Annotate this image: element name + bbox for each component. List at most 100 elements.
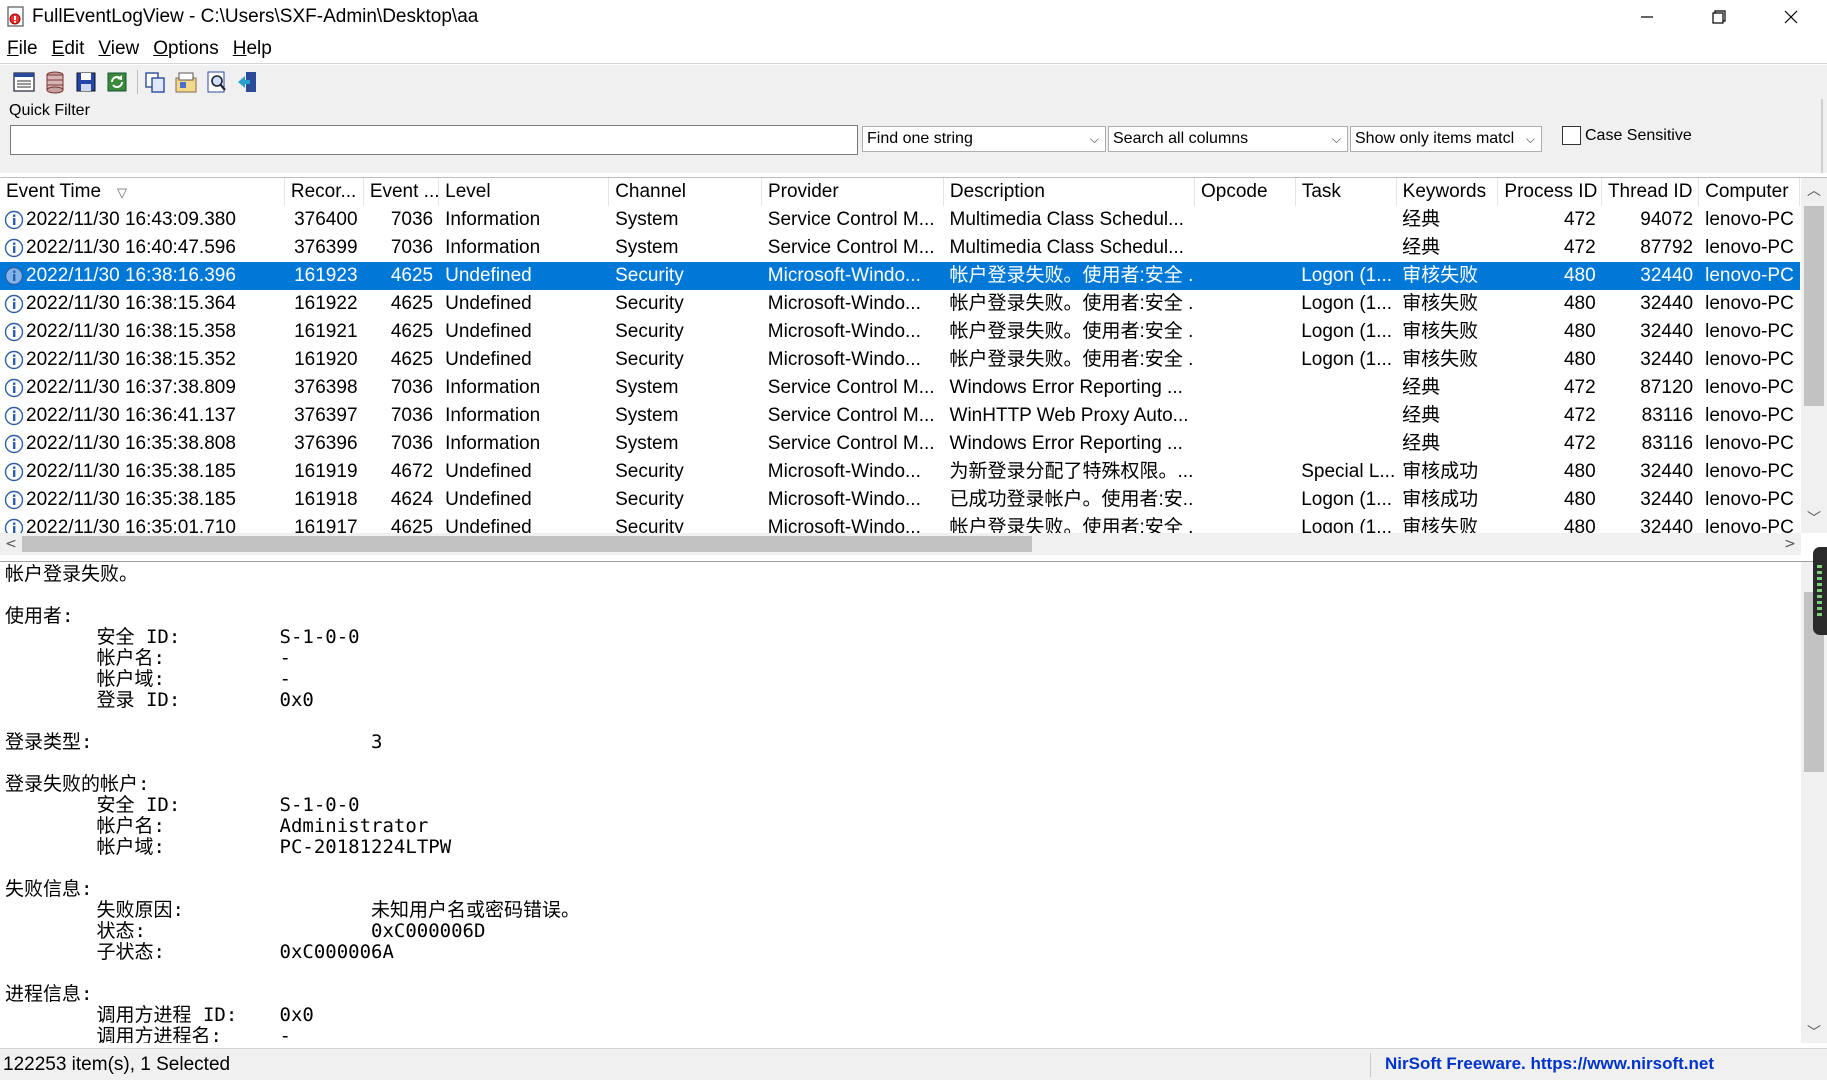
table-row[interactable]: 2022/11/30 16:38:15.352 161920 4625 Undefin… [0,346,1800,374]
menu-options[interactable]: Options [146,34,225,64]
cell-task: Logon (1... [1301,489,1393,510]
cell-channel: Security [615,349,684,370]
nirsoft-link[interactable]: NirSoft Freeware. https://www.nirsoft.ne… [1385,1054,1714,1074]
cell-computer: lenovo-PC [1705,209,1794,230]
status-item-count: 122253 item(s), 1 Selected [3,1054,231,1075]
column-mode-select[interactable]: Search all columns ⌵ [1108,126,1348,152]
cell-event: 4625 [390,265,434,286]
case-sensitive-checkbox[interactable]: Case Sensitive [1562,126,1692,145]
column-header-tid[interactable]: Thread ID [1602,178,1700,206]
exit-button[interactable] [234,68,262,96]
choose-source-button[interactable] [10,68,38,96]
column-header-provider[interactable]: Provider [762,178,944,206]
close-button[interactable] [1755,0,1827,34]
table-row[interactable]: 2022/11/30 16:43:09.380 376400 7036 Informa… [0,206,1800,234]
event-log-button[interactable] [41,68,69,96]
scroll-down-icon[interactable]: ﹀ [1801,508,1827,530]
cell-tid: 32440 [1640,293,1694,314]
table-row[interactable]: 2022/11/30 16:36:41.137 376397 7036 Informa… [0,402,1800,430]
column-header-task[interactable]: Task [1296,178,1397,206]
cell-task: Logon (1... [1301,321,1393,342]
cell-description: 帐户登录失败。使用者:安全 ... [949,265,1195,286]
chevron-down-icon: ⌵ [1331,132,1341,146]
table-row[interactable]: 2022/11/30 16:35:38.185 161919 4672 Undefin… [0,458,1800,486]
cell-tid: 32440 [1640,321,1694,342]
menu-edit[interactable]: Edit [45,34,92,64]
cell-provider: Service Control M... [767,405,935,426]
title-bar: FullEventLogView - C:\Users\SXF-Admin\De… [0,0,1827,34]
cell-keywords: 审核成功 [1402,461,1479,482]
cell-provider: Service Control M... [767,433,935,454]
cell-computer: lenovo-PC [1705,461,1794,482]
scroll-left-icon[interactable]: < [0,533,22,555]
cell-tid: 87792 [1640,237,1694,258]
table-vertical-scrollbar[interactable]: ︿ ﹀ [1801,178,1827,533]
table-row[interactable]: 2022/11/30 16:35:38.808 376396 7036 Informa… [0,430,1800,458]
info-icon [4,294,24,314]
scroll-thumb[interactable] [22,536,1032,552]
column-header-channel[interactable]: Channel [609,178,762,206]
cell-level: Undefined [445,349,532,370]
save-button[interactable] [72,68,100,96]
table-row[interactable]: 2022/11/30 16:37:38.809 376398 7036 Informa… [0,374,1800,402]
menu-file[interactable]: File [0,34,45,64]
chevron-down-icon: ⌵ [1089,132,1099,146]
column-mode-value: Search all columns [1113,130,1249,147]
table-horizontal-scrollbar[interactable]: < > [0,533,1801,555]
scroll-up-icon[interactable]: ︿ [1801,180,1827,202]
show-mode-select[interactable]: Show only items matcl ⌵ [1350,126,1542,152]
info-icon [4,378,24,398]
column-header-label: Process ID [1504,181,1598,202]
column-header-opcode[interactable]: Opcode [1195,178,1296,206]
column-header-event[interactable]: Event ... [364,178,440,206]
cell-task [1295,402,1396,430]
cell-opcode [1194,458,1295,486]
side-widget-handle[interactable] [1813,547,1827,635]
cell-pid: 472 [1563,209,1596,230]
checkbox-box[interactable] [1562,126,1581,145]
column-header-label: Thread ID [1607,181,1693,202]
cell-computer: lenovo-PC [1705,489,1794,510]
cell-computer: lenovo-PC [1705,377,1794,398]
table-row[interactable]: 2022/11/30 16:38:16.396 161923 4625 Undefin… [0,262,1800,290]
column-header-label: Description [949,181,1045,202]
refresh-button[interactable] [103,68,131,96]
find-mode-select[interactable]: Find one string ⌵ [862,126,1106,152]
info-icon [4,350,24,370]
column-header-level[interactable]: Level [439,178,610,206]
cell-pid: 472 [1563,237,1596,258]
event-detail-pane[interactable]: 帐户登录失败。 使用者: 安全 ID: S-1-0-0 帐户名: - 帐户域: … [0,561,1827,1043]
column-header-computer[interactable]: Computer [1699,178,1800,206]
scroll-right-icon[interactable]: > [1779,533,1801,555]
menu-bar: File Edit View Options Help [0,34,1827,64]
column-header-keywords[interactable]: Keywords [1397,178,1499,206]
menu-help[interactable]: Help [226,34,279,64]
find-button[interactable] [203,68,231,96]
column-header-record[interactable]: Recor... [285,178,364,206]
table-row[interactable]: 2022/11/30 16:38:15.358 161921 4625 Undefin… [0,318,1800,346]
scroll-down-icon[interactable]: ﹀ [1801,1022,1827,1042]
properties-button[interactable] [172,68,200,96]
cell-task: Special L... [1301,461,1396,482]
table-row[interactable]: 2022/11/30 16:40:47.596 376399 7036 Informa… [0,234,1800,262]
column-header-time[interactable]: Event Time ▽ [0,178,285,206]
copy-button[interactable] [141,68,169,96]
cell-computer: lenovo-PC [1705,405,1794,426]
column-header-pid[interactable]: Process ID [1498,178,1602,206]
case-sensitive-label: Case Sensitive [1585,126,1692,144]
column-header-label: Event ... [369,181,440,202]
table-row[interactable]: 2022/11/30 16:35:38.185 161918 4624 Undefin… [0,486,1800,514]
minimize-button[interactable] [1611,0,1683,34]
table-row[interactable]: 2022/11/30 16:38:15.364 161922 4625 Undefin… [0,290,1800,318]
cell-computer: lenovo-PC [1705,321,1794,342]
cell-provider: Microsoft-Windo... [767,461,921,482]
restore-button[interactable] [1683,0,1755,34]
table-header: Event Time ▽ Recor... Event ... Level Channel… [0,178,1800,206]
cell-opcode [1194,374,1295,402]
column-header-description[interactable]: Description [944,178,1195,206]
cell-level: Undefined [445,265,532,286]
menu-view[interactable]: View [91,34,146,64]
scroll-thumb[interactable] [1804,206,1824,406]
cell-task: Logon (1... [1301,293,1393,314]
quick-filter-input[interactable] [10,125,858,155]
